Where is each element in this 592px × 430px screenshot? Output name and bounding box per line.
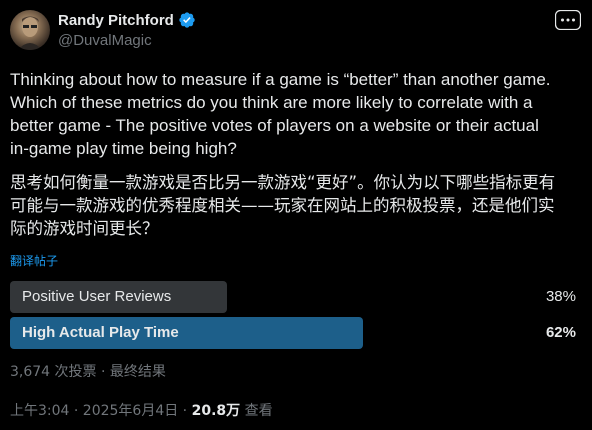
views-count: 20.8万	[191, 403, 241, 419]
display-name[interactable]: Randy Pitchford	[58, 12, 174, 29]
tweet-timestamp[interactable]: 上午3:04 · 2025年6月4日 ·	[10, 403, 192, 419]
tweet-text-english: Thinking about how to measure if a game …	[10, 70, 551, 158]
name-row: Randy Pitchford	[58, 11, 196, 29]
tweet-timestamp-row: 上午3:04 · 2025年6月4日 · 20.8万 查看	[10, 400, 273, 420]
more-options-icon	[555, 10, 581, 30]
poll-option-percent: 62%	[545, 324, 576, 341]
translate-post-link[interactable]: 翻译帖子	[10, 252, 58, 269]
avatar[interactable]	[10, 10, 50, 50]
poll-option: Positive User Reviews 38%	[10, 281, 580, 313]
tweet-header: Randy Pitchford @DuvalMagic	[0, 0, 592, 60]
poll-meta: 3,674 次投票 · 最终结果	[10, 364, 166, 380]
tweet-text-chinese: 思考如何衡量一款游戏是否比另一款游戏“更好”。你认为以下哪些指标更有 可能与一款…	[10, 173, 556, 238]
poll-option-label: Positive User Reviews	[22, 288, 172, 305]
poll-option-winner: High Actual Play Time 62%	[10, 317, 580, 349]
views-label: 查看	[240, 403, 273, 419]
avatar-image	[18, 16, 42, 50]
poll-option-percent: 38%	[545, 288, 576, 305]
verified-badge-icon	[178, 11, 196, 29]
poll-option-label: High Actual Play Time	[22, 324, 179, 341]
author-handle[interactable]: @DuvalMagic	[58, 32, 152, 49]
more-options-button[interactable]	[555, 10, 581, 30]
